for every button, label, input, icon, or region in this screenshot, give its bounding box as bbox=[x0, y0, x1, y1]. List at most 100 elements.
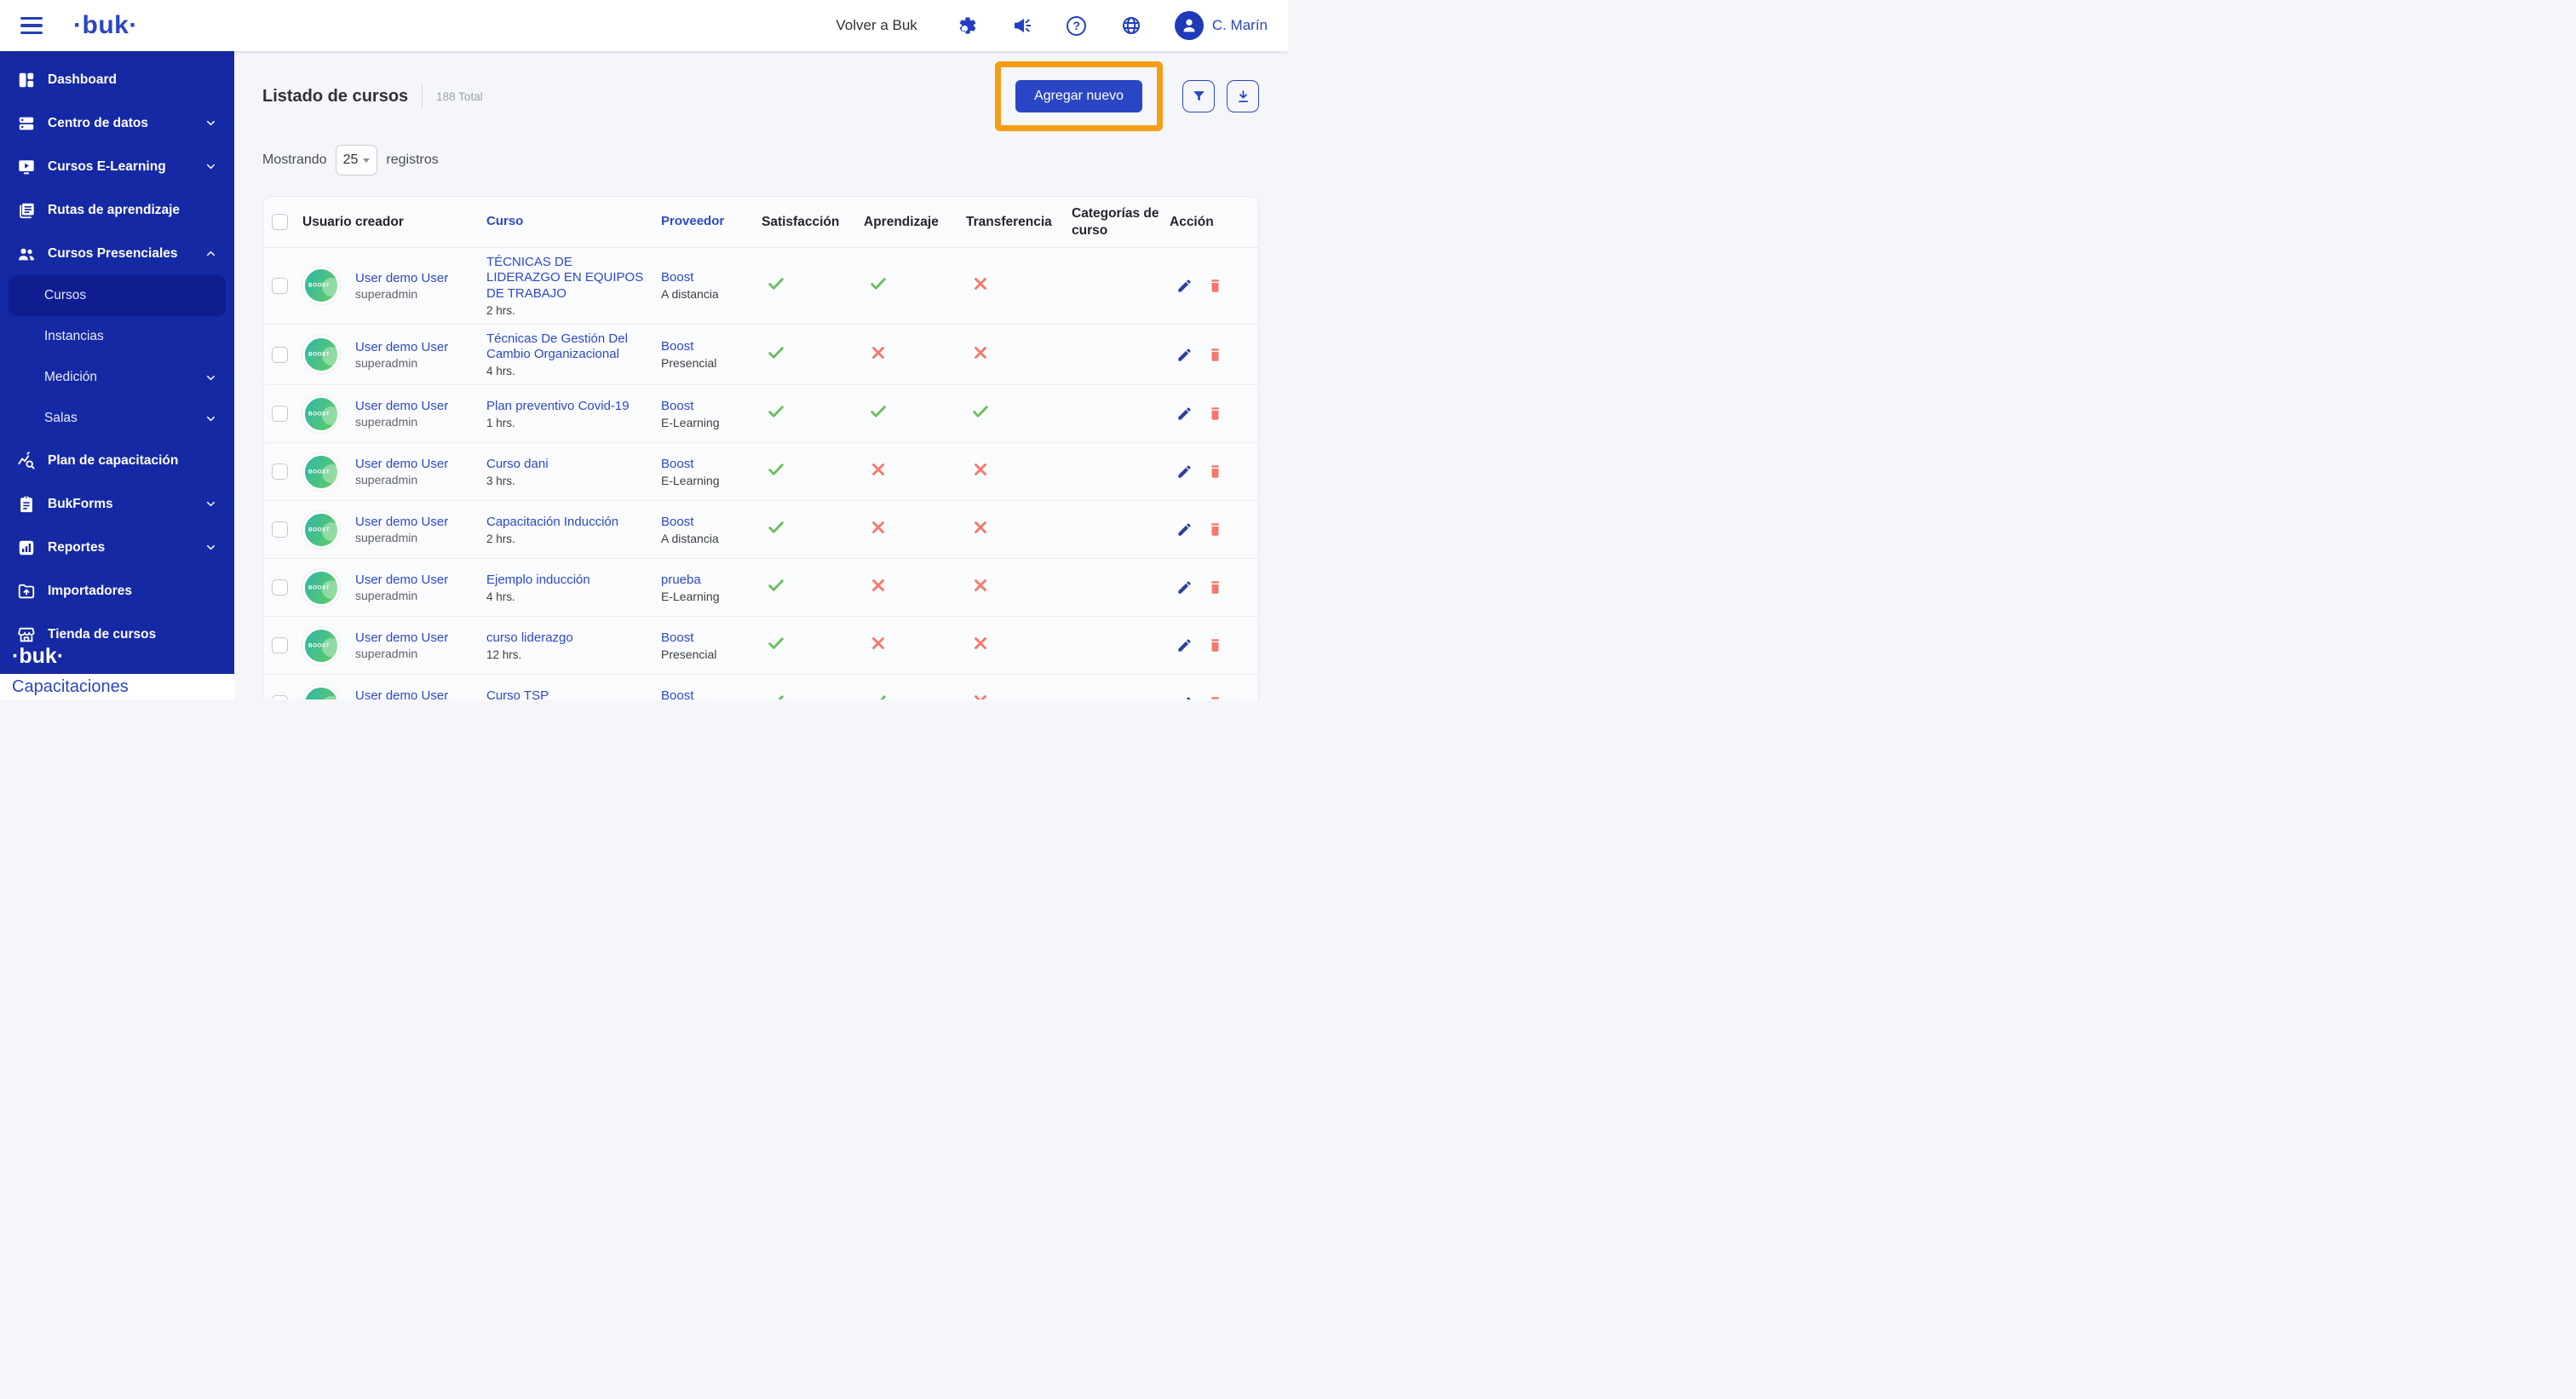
provider-link[interactable]: Boost bbox=[661, 688, 693, 700]
delete-trash-icon[interactable] bbox=[1207, 695, 1223, 700]
table-row: BOOSTUser demo UsersuperadminTécnicas De… bbox=[263, 325, 1258, 386]
provider-link[interactable]: prueba bbox=[661, 573, 701, 587]
user-role: superadmin bbox=[355, 415, 448, 429]
provider-link[interactable]: Boost bbox=[661, 457, 693, 471]
delete-trash-icon[interactable] bbox=[1207, 637, 1223, 653]
course-avatar: BOOST bbox=[302, 267, 340, 304]
delete-trash-icon[interactable] bbox=[1207, 347, 1223, 363]
globe-icon[interactable] bbox=[1120, 14, 1142, 37]
row-checkbox[interactable] bbox=[272, 521, 288, 538]
caret-down-icon bbox=[363, 158, 370, 163]
delete-trash-icon[interactable] bbox=[1207, 579, 1223, 596]
course-avatar: BOOST bbox=[302, 569, 340, 607]
delete-trash-icon[interactable] bbox=[1207, 463, 1223, 480]
user-link[interactable]: User demo User bbox=[355, 457, 448, 471]
table-row: BOOSTUser demo UsersuperadminCurso dani3… bbox=[263, 443, 1258, 501]
course-link[interactable]: Capacitación Inducción bbox=[486, 515, 648, 530]
courses-table: Usuario creador Curso Proveedor Satisfac… bbox=[262, 196, 1259, 700]
header-transferencia: Transferencia bbox=[966, 214, 1072, 230]
sidebar-item-centro-de-datos[interactable]: Centro de datos bbox=[0, 101, 234, 145]
user-role: superadmin bbox=[355, 287, 448, 301]
sidebar-item-plan-de-capacitaci-n[interactable]: Plan de capacitación bbox=[0, 439, 234, 482]
course-avatar: BOOST bbox=[302, 395, 340, 433]
delete-trash-icon[interactable] bbox=[1207, 521, 1223, 538]
elearning-icon bbox=[17, 158, 36, 176]
select-all-checkbox[interactable] bbox=[272, 214, 288, 230]
add-new-button[interactable]: Agregar nuevo bbox=[1015, 80, 1142, 112]
download-button[interactable] bbox=[1227, 80, 1259, 112]
check-icon bbox=[869, 282, 888, 296]
edit-pencil-icon[interactable] bbox=[1176, 695, 1193, 700]
sidebar-item-salas[interactable]: Salas bbox=[0, 398, 234, 439]
user-link[interactable]: User demo User bbox=[355, 271, 448, 285]
megaphone-icon[interactable] bbox=[1011, 14, 1033, 37]
cross-icon bbox=[869, 526, 888, 540]
back-to-buk-link[interactable]: Volver a Buk bbox=[836, 17, 917, 34]
edit-pencil-icon[interactable] bbox=[1176, 347, 1193, 363]
user-link[interactable]: User demo User bbox=[355, 399, 448, 413]
sidebar-item-instancias[interactable]: Instancias bbox=[0, 316, 234, 357]
course-avatar: BOOST bbox=[302, 627, 340, 665]
page-size-select[interactable]: 25 bbox=[336, 145, 378, 176]
importers-icon bbox=[17, 582, 36, 601]
help-icon[interactable]: ? bbox=[1066, 14, 1088, 37]
row-checkbox[interactable] bbox=[272, 278, 288, 294]
delete-trash-icon[interactable] bbox=[1207, 278, 1223, 294]
sidebar-item-cursos-presenciales[interactable]: Cursos Presenciales bbox=[0, 232, 234, 275]
provider-link[interactable]: Boost bbox=[661, 630, 693, 645]
user-link[interactable]: User demo User bbox=[355, 688, 448, 700]
user-link[interactable]: User demo User bbox=[355, 340, 448, 354]
sidebar-item-rutas-de-aprendizaje[interactable]: Rutas de aprendizaje bbox=[0, 188, 234, 232]
course-link[interactable]: Curso dani bbox=[486, 457, 648, 472]
filter-button[interactable] bbox=[1182, 80, 1215, 112]
user-link[interactable]: User demo User bbox=[355, 573, 448, 587]
course-link[interactable]: Técnicas De Gestión Del Cambio Organizac… bbox=[486, 331, 648, 363]
check-icon bbox=[767, 584, 785, 598]
course-link[interactable]: Curso TSP bbox=[486, 688, 648, 700]
row-checkbox[interactable] bbox=[272, 637, 288, 653]
cross-icon bbox=[869, 584, 888, 598]
course-link[interactable]: TÉCNICAS DE LIDERAZGO EN EQUIPOS DE TRAB… bbox=[486, 255, 648, 302]
menu-icon[interactable] bbox=[20, 17, 43, 34]
edit-pencil-icon[interactable] bbox=[1176, 521, 1193, 538]
sidebar-item-importadores[interactable]: Importadores bbox=[0, 569, 234, 613]
edit-pencil-icon[interactable] bbox=[1176, 637, 1193, 653]
buk-logo[interactable]: ·buk· bbox=[73, 11, 138, 40]
course-link[interactable]: Ejemplo inducción bbox=[486, 573, 648, 588]
table-row: BOOST User demo User superadmin curso lider… bbox=[263, 617, 1258, 675]
row-checkbox[interactable] bbox=[272, 695, 288, 700]
header-aprendizaje: Aprendizaje bbox=[864, 214, 966, 230]
edit-pencil-icon[interactable] bbox=[1176, 406, 1193, 422]
gear-icon[interactable] bbox=[957, 14, 979, 37]
row-checkbox[interactable] bbox=[272, 406, 288, 422]
edit-pencil-icon[interactable] bbox=[1176, 463, 1193, 480]
showing-row: Mostrando 25 registros bbox=[262, 145, 1259, 176]
header-proveedor[interactable]: Proveedor bbox=[661, 214, 762, 230]
row-checkbox[interactable] bbox=[272, 579, 288, 596]
user-link[interactable]: User demo User bbox=[355, 515, 448, 529]
provider-link[interactable]: Boost bbox=[661, 339, 693, 354]
edit-pencil-icon[interactable] bbox=[1176, 579, 1193, 596]
sidebar-item-cursos-e-learning[interactable]: Cursos E-Learning bbox=[0, 145, 234, 188]
course-link[interactable]: curso liderazgo bbox=[486, 630, 648, 646]
sidebar-item-bukforms[interactable]: BukForms bbox=[0, 482, 234, 526]
user-avatar-icon bbox=[1175, 11, 1204, 40]
provider-link[interactable]: Boost bbox=[661, 399, 693, 413]
delete-trash-icon[interactable] bbox=[1207, 406, 1223, 422]
user-link[interactable]: User demo User bbox=[355, 630, 448, 645]
routes-icon bbox=[17, 201, 36, 220]
user-role: superadmin bbox=[355, 647, 448, 660]
header-curso[interactable]: Curso bbox=[486, 214, 661, 230]
sidebar-item-dashboard[interactable]: Dashboard bbox=[0, 58, 234, 101]
row-checkbox[interactable] bbox=[272, 463, 288, 480]
sidebar-item-medici-n[interactable]: Medición bbox=[0, 357, 234, 398]
check-icon bbox=[767, 642, 785, 656]
user-menu[interactable]: C. Marín bbox=[1175, 11, 1268, 40]
sidebar-item-reportes[interactable]: Reportes bbox=[0, 526, 234, 569]
edit-pencil-icon[interactable] bbox=[1176, 278, 1193, 294]
sidebar-item-cursos[interactable]: Cursos bbox=[9, 275, 226, 316]
row-checkbox[interactable] bbox=[272, 347, 288, 363]
course-link[interactable]: Plan preventivo Covid-19 bbox=[486, 399, 648, 414]
provider-link[interactable]: Boost bbox=[661, 270, 693, 285]
provider-link[interactable]: Boost bbox=[661, 515, 693, 529]
